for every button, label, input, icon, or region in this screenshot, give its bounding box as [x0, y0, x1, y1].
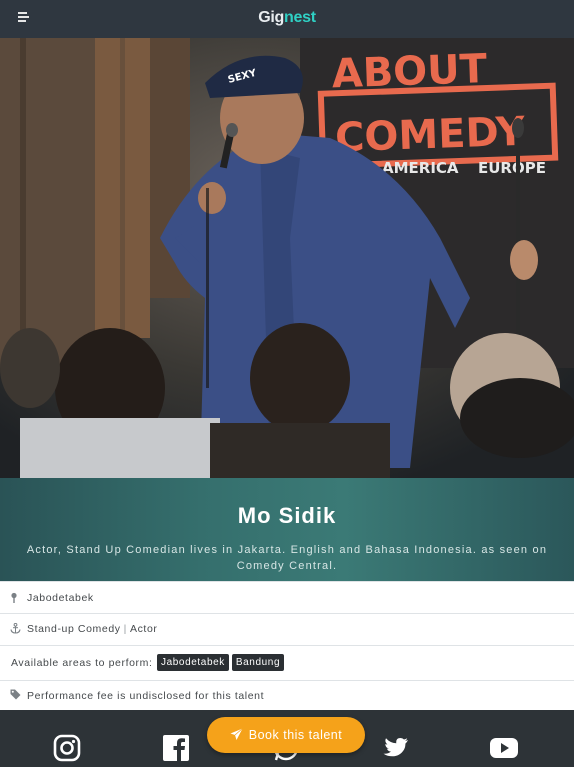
banner-text-comedy: COMEDY — [334, 109, 526, 162]
book-talent-button[interactable]: Book this talent — [207, 717, 365, 753]
top-bar: Gignest — [0, 0, 574, 38]
area-tag[interactable]: Jabodetabek — [157, 654, 229, 671]
fee-text: Performance fee is undisclosed for this … — [27, 690, 265, 702]
areas-label: Available areas to perform: — [11, 657, 153, 669]
category-primary: Stand-up Comedy — [27, 623, 121, 635]
talent-name: Mo Sidik — [237, 503, 337, 528]
location-row: Jabodetabek — [0, 581, 574, 613]
area-tag[interactable]: Bandung — [231, 654, 285, 671]
category-secondary: Actor — [129, 623, 158, 635]
price-tag-icon — [10, 689, 21, 703]
gignest-logo[interactable]: Gignest — [0, 9, 574, 27]
twitter-icon[interactable] — [381, 734, 409, 762]
talent-bio: Actor, Stand Up Comedian lives in Jakart… — [26, 544, 548, 572]
talent-photo: ABOUT COMEDY AMERICA EUROPE SEXY — [0, 38, 574, 478]
profile-header: Mo Sidik Actor, Stand Up Comedian lives … — [0, 478, 574, 581]
areas-row: Available areas to perform: Jabodetabek B… — [0, 645, 574, 680]
category-separator: | — [123, 623, 127, 635]
banner-text-europe: EUROPE — [478, 159, 546, 177]
youtube-icon[interactable] — [489, 734, 518, 762]
map-pin-icon — [10, 592, 18, 606]
book-talent-label: Book this talent — [248, 728, 343, 742]
location-text: Jabodetabek — [27, 592, 94, 604]
talent-profile-page: Gignest ABOUT COMEDY AMERICA EUROPE SEXY… — [0, 0, 574, 767]
anchor-icon — [10, 622, 21, 637]
fee-row: Performance fee is undisclosed for this … — [0, 680, 574, 710]
banner-text-america: AMERICA — [382, 159, 459, 177]
facebook-icon[interactable] — [162, 734, 190, 762]
instagram-icon[interactable] — [53, 734, 81, 762]
category-row: Stand-up Comedy | Actor — [0, 613, 574, 645]
paper-plane-icon — [230, 728, 243, 740]
